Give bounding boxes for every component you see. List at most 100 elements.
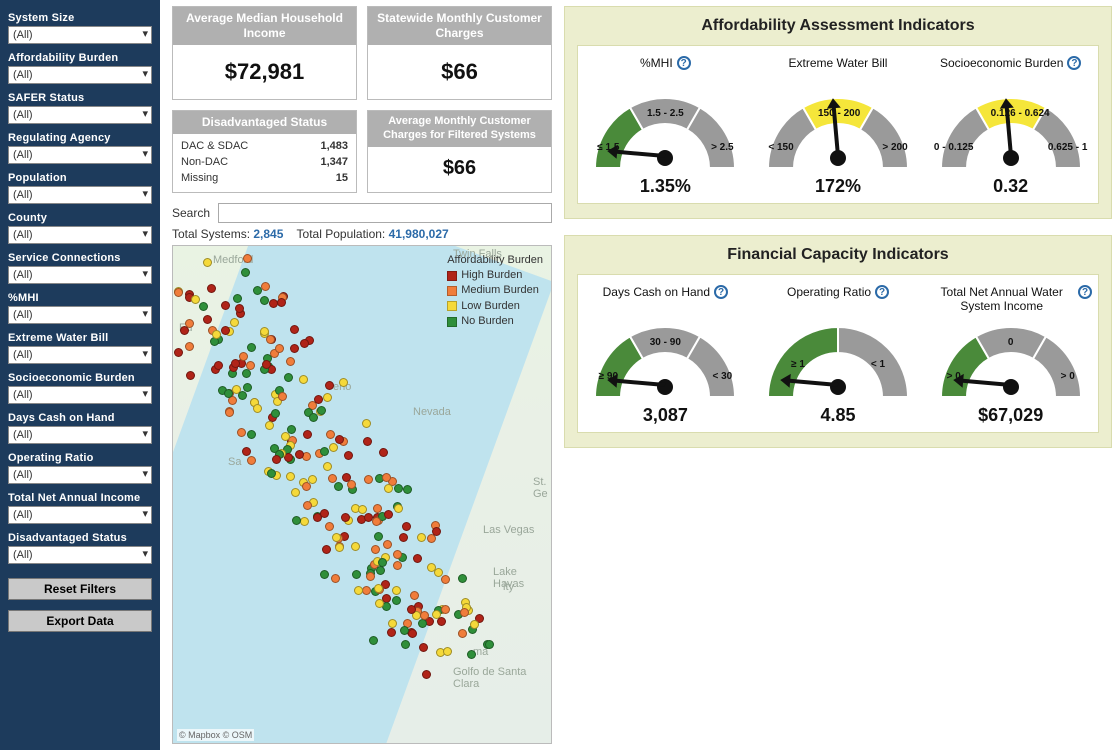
map-point[interactable] (379, 448, 388, 457)
map-point[interactable] (485, 640, 494, 649)
map-point[interactable] (341, 513, 350, 522)
map-point[interactable] (272, 455, 281, 464)
filter-select-system-size[interactable]: (All) (8, 26, 152, 44)
map-point[interactable] (432, 527, 441, 536)
map-point[interactable] (203, 315, 212, 324)
map-point[interactable] (185, 319, 194, 328)
info-icon[interactable]: ? (1067, 56, 1081, 70)
filter-select-disadvantaged-status[interactable]: (All) (8, 546, 152, 564)
export-data-button[interactable]: Export Data (8, 610, 152, 632)
map-point[interactable] (241, 268, 250, 277)
map-point[interactable] (265, 421, 274, 430)
map-point[interactable] (224, 389, 233, 398)
map-point[interactable] (214, 361, 223, 370)
map-point[interactable] (278, 392, 287, 401)
map-point[interactable] (199, 302, 208, 311)
map-point[interactable] (418, 619, 427, 628)
filter-select-service-connections[interactable]: (All) (8, 266, 152, 284)
map-point[interactable] (266, 335, 275, 344)
map-point[interactable] (339, 378, 348, 387)
map-point[interactable] (174, 348, 183, 357)
filter-select-safer-status[interactable]: (All) (8, 106, 152, 124)
map-point[interactable] (230, 318, 239, 327)
map-point[interactable] (399, 533, 408, 542)
map[interactable]: Affordability Burden High BurdenMedium B… (172, 245, 552, 744)
map-point[interactable] (291, 488, 300, 497)
map-point[interactable] (323, 462, 332, 471)
map-point[interactable] (443, 647, 452, 656)
map-point[interactable] (407, 605, 416, 614)
filter-select-regulating-agency[interactable]: (All) (8, 146, 152, 164)
info-icon[interactable]: ? (875, 285, 889, 299)
search-input[interactable] (218, 203, 552, 223)
map-point[interactable] (460, 608, 469, 617)
map-point[interactable] (207, 284, 216, 293)
map-point[interactable] (352, 570, 361, 579)
map-point[interactable] (362, 419, 371, 428)
map-point[interactable] (432, 610, 441, 619)
map-point[interactable] (275, 344, 284, 353)
map-point[interactable] (325, 522, 334, 531)
map-point[interactable] (329, 443, 338, 452)
map-point[interactable] (186, 371, 195, 380)
info-icon[interactable]: ? (677, 56, 691, 70)
map-point[interactable] (458, 574, 467, 583)
map-point[interactable] (388, 619, 397, 628)
map-point[interactable] (326, 430, 335, 439)
map-point[interactable] (242, 369, 251, 378)
filter-select--mhi[interactable]: (All) (8, 306, 152, 324)
map-point[interactable] (212, 330, 221, 339)
map-point[interactable] (378, 558, 387, 567)
map-point[interactable] (369, 636, 378, 645)
filter-select-days-cash-on-hand[interactable]: (All) (8, 426, 152, 444)
map-point[interactable] (419, 643, 428, 652)
filter-select-operating-ratio[interactable]: (All) (8, 466, 152, 484)
reset-filters-button[interactable]: Reset Filters (8, 578, 152, 600)
map-point[interactable] (300, 339, 309, 348)
map-point[interactable] (422, 670, 431, 679)
map-point[interactable] (247, 343, 256, 352)
map-point[interactable] (303, 501, 312, 510)
map-point[interactable] (408, 629, 417, 638)
map-point[interactable] (458, 629, 467, 638)
filter-select-extreme-water-bill[interactable]: (All) (8, 346, 152, 364)
map-point[interactable] (261, 282, 270, 291)
map-point[interactable] (375, 599, 384, 608)
map-point[interactable] (317, 406, 326, 415)
map-point[interactable] (238, 391, 247, 400)
map-point[interactable] (393, 561, 402, 570)
map-point[interactable] (376, 566, 385, 575)
filter-select-county[interactable]: (All) (8, 226, 152, 244)
map-point[interactable] (203, 258, 212, 267)
map-point[interactable] (191, 295, 200, 304)
map-point[interactable] (427, 563, 436, 572)
map-point[interactable] (441, 575, 450, 584)
map-point[interactable] (295, 450, 304, 459)
map-point[interactable] (384, 484, 393, 493)
map-point[interactable] (303, 430, 312, 439)
map-point[interactable] (290, 344, 299, 353)
map-point[interactable] (271, 409, 280, 418)
map-point[interactable] (292, 516, 301, 525)
map-point[interactable] (467, 650, 476, 659)
map-point[interactable] (470, 620, 479, 629)
filter-select-socioeconomic-burden[interactable]: (All) (8, 386, 152, 404)
filter-select-population[interactable]: (All) (8, 186, 152, 204)
map-point[interactable] (392, 596, 401, 605)
map-point[interactable] (174, 288, 183, 297)
map-point[interactable] (358, 505, 367, 514)
map-point[interactable] (394, 484, 403, 493)
filter-select-affordability-burden[interactable]: (All) (8, 66, 152, 84)
map-point[interactable] (332, 533, 341, 542)
map-point[interactable] (382, 473, 391, 482)
map-point[interactable] (235, 304, 244, 313)
filter-select-total-net-annual-income[interactable]: (All) (8, 506, 152, 524)
info-icon[interactable]: ? (1078, 285, 1092, 299)
map-point[interactable] (237, 428, 246, 437)
map-point[interactable] (322, 545, 331, 554)
map-point[interactable] (392, 586, 401, 595)
map-point[interactable] (354, 586, 363, 595)
map-point[interactable] (441, 605, 450, 614)
map-point[interactable] (384, 510, 393, 519)
info-icon[interactable]: ? (714, 285, 728, 299)
